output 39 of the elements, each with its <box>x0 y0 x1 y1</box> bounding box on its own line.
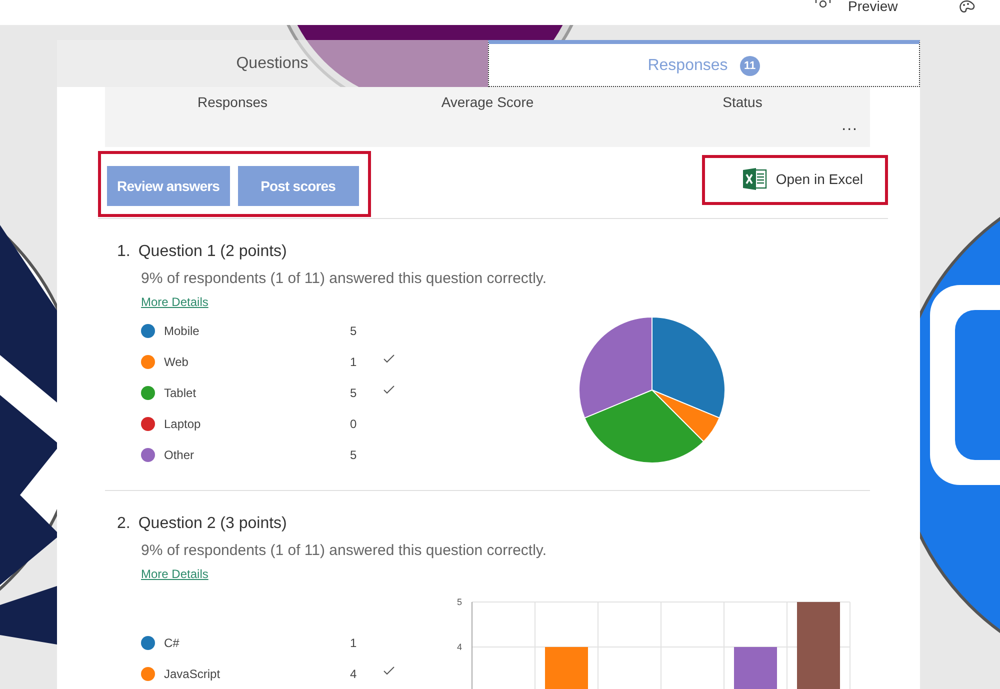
option-count: 5 <box>350 386 358 400</box>
column-heading: Responses <box>196 94 269 110</box>
option-count: 5 <box>350 448 358 462</box>
action-button[interactable]: Post scores <box>238 166 359 206</box>
tick-label: 4 <box>456 642 462 652</box>
column-heading: Status <box>722 94 764 110</box>
option-count: 4 <box>350 666 358 680</box>
more-button[interactable]: ... <box>842 117 858 135</box>
column-heading: Average Score <box>440 94 535 110</box>
option-count: 0 <box>350 416 358 430</box>
spreadsheet-icon <box>742 168 767 190</box>
option-label: C# <box>164 636 180 650</box>
option-label: Tablet <box>164 386 198 400</box>
question-number: 2. <box>117 515 130 533</box>
option-label: JavaScript <box>164 666 222 680</box>
count-badge: 11 <box>740 56 760 76</box>
palette-icon[interactable] <box>958 0 976 14</box>
preview-button[interactable]: Preview <box>848 0 898 12</box>
tick-label: 5 <box>456 597 462 607</box>
option-count: 5 <box>350 324 358 338</box>
option-count: 1 <box>350 354 358 368</box>
action-button[interactable]: Review answers <box>107 166 230 206</box>
question-number: 1. <box>117 243 130 261</box>
bar <box>545 647 588 689</box>
result-text: 9% of respondents (1 of 11) answered this question correctly. <box>140 542 548 559</box>
option-count: 1 <box>350 636 358 650</box>
more-details-link[interactable]: More Details <box>141 295 208 309</box>
tab[interactable]: Questions <box>57 40 488 87</box>
bar <box>734 647 777 689</box>
question-title: Question 2 (3 points) <box>138 515 287 533</box>
option-label: Web <box>164 354 190 368</box>
option-label: Other <box>164 448 196 462</box>
result-text: 9% of respondents (1 of 11) answered this question correctly. <box>140 270 548 287</box>
option-label: Mobile <box>164 324 200 338</box>
option-label: Laptop <box>164 416 202 430</box>
open-in-excel-button[interactable]: Open in Excel <box>742 168 863 190</box>
more-details-link[interactable]: More Details <box>141 567 208 581</box>
question-title: Question 1 (2 points) <box>138 243 287 261</box>
tab[interactable]: Responses 11 <box>488 40 920 87</box>
